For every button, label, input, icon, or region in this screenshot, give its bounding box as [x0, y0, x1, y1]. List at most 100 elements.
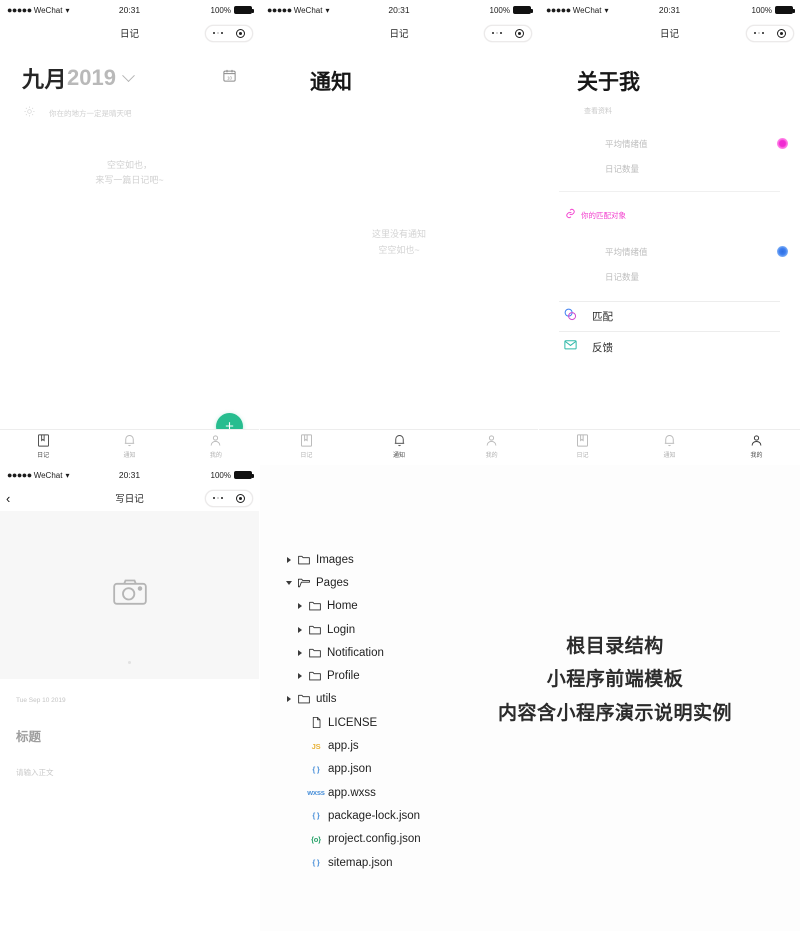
match-tag-label: 你的匹配对象 [581, 210, 626, 220]
status-bar: ●●●●● WeChat ▾ 20:31 100% [0, 0, 259, 20]
book-icon [577, 434, 588, 447]
battery-icon [234, 6, 254, 14]
person-icon [751, 435, 762, 446]
book-icon [37, 434, 49, 447]
tree-folder-row[interactable]: Pages [283, 571, 483, 594]
tree-folder-row[interactable]: Home [283, 595, 483, 618]
target-circle-icon[interactable] [236, 493, 246, 503]
tab-label-notification: 通知 [123, 453, 136, 459]
tab-profile[interactable]: 我的 [713, 433, 800, 459]
page-title: 关于我 [577, 71, 640, 94]
view-profile-link[interactable]: 查看资料 [539, 96, 800, 116]
page-title: 通知 [310, 71, 352, 94]
json-file-icon: { } [312, 764, 320, 774]
tab-notification[interactable]: 通知 [626, 433, 713, 459]
tab-notification[interactable]: 通知 [353, 433, 446, 459]
tab-diary[interactable]: 日记 [539, 433, 626, 459]
chevron-right-icon[interactable] [283, 556, 295, 563]
bell-icon [664, 435, 675, 447]
battery-percent: 100% [489, 5, 510, 15]
back-chevron-icon[interactable]: ‹ [6, 492, 10, 505]
calendar-icon[interactable]: 10 [222, 68, 237, 88]
tree-file-row[interactable]: JS app.js [283, 734, 483, 757]
chevron-down-icon[interactable] [122, 68, 135, 82]
target-circle-icon[interactable] [777, 28, 787, 38]
content-input[interactable]: 请输入正文 [16, 767, 243, 778]
month-selector-row[interactable]: 九月 2019 10 [0, 46, 259, 94]
target-circle-icon[interactable] [236, 28, 246, 38]
title-input[interactable]: 标题 [16, 726, 243, 745]
json-file-icon: { } [312, 811, 320, 821]
chevron-right-icon[interactable] [294, 649, 306, 656]
menu-item-feedback[interactable]: 反馈 [559, 332, 780, 362]
notification-empty-state: 这里没有通知 空空如也~ [260, 226, 538, 258]
wechat-capsule[interactable] [205, 24, 253, 42]
more-dots-icon[interactable] [753, 31, 765, 35]
menu-item-match[interactable]: 匹配 [559, 302, 780, 332]
chevron-right-icon[interactable] [294, 603, 306, 610]
tree-file-row[interactable]: { } package-lock.json [283, 804, 483, 827]
self-stats-block: 平均情绪值 日记数量 [539, 138, 800, 175]
tree-node-label: project.config.json [328, 833, 421, 846]
nav-bar: ‹ 写日记 [0, 485, 259, 511]
more-dots-icon[interactable] [212, 496, 224, 500]
match-stat-diary-count: 日记数量 [605, 272, 640, 282]
person-icon [210, 435, 221, 446]
diary-form: Tue Sep 10 2019 标题 请输入正文 [0, 679, 259, 931]
overlapping-circles-icon [563, 307, 578, 327]
tab-label-diary: 日记 [300, 453, 313, 459]
tree-file-row[interactable]: {o} project.config.json [283, 828, 483, 851]
menu-label-feedback: 反馈 [592, 341, 613, 354]
weather-row: 你在的地方一定是晴天吧 [0, 94, 259, 122]
phone-screen-notification: ●●●●● WeChat ▾ 20:31 100% 日记 通知 这里没有通知 空… [260, 0, 538, 462]
json-file-icon: { } [312, 858, 320, 867]
photo-upload-area[interactable] [0, 511, 259, 679]
nav-bar: 日记 [0, 20, 259, 46]
wifi-icon: ▾ [604, 5, 609, 15]
status-bar: ●●●●● WeChat ▾ 20:31 100% [0, 465, 259, 485]
camera-icon[interactable] [110, 573, 150, 618]
tab-diary[interactable]: 日记 [0, 433, 86, 459]
tab-bar: 日记 通知 我的 [260, 429, 538, 462]
battery-icon [513, 6, 533, 14]
tab-bar: 日记 通知 我的 [0, 429, 259, 462]
battery-icon [234, 471, 254, 479]
avatar-match[interactable] [777, 246, 788, 257]
tree-folder-row[interactable]: Images [283, 548, 483, 571]
tab-diary[interactable]: 日记 [260, 433, 353, 459]
wechat-capsule[interactable] [205, 489, 253, 507]
bell-icon [124, 435, 135, 447]
tree-file-row[interactable]: wxss app.wxss [283, 781, 483, 804]
more-dots-icon[interactable] [212, 31, 224, 35]
carrier-label: WeChat [33, 5, 63, 15]
wechat-capsule[interactable] [484, 24, 532, 42]
chevron-right-icon[interactable] [294, 626, 306, 633]
tree-file-row[interactable]: { } sitemap.json [283, 851, 483, 874]
chevron-right-icon[interactable] [294, 673, 306, 680]
more-dots-icon[interactable] [491, 31, 503, 35]
caption-block: 根目录结构 小程序前端模板 内容含小程序演示说明实例 [440, 630, 790, 730]
avatar-self[interactable] [777, 138, 788, 149]
tab-label-profile: 我的 [750, 453, 763, 459]
chevron-down-icon[interactable] [283, 580, 295, 585]
empty-line-2: 空空如也~ [378, 245, 420, 256]
phone-screen-write-diary: ●●●●● WeChat ▾ 20:31 100% ‹ 写日记 Tue Sep … [0, 465, 259, 931]
tree-node-label: utils [316, 693, 337, 706]
tree-node-label: Login [327, 623, 356, 636]
chevron-right-icon[interactable] [283, 696, 295, 703]
carrier-label: WeChat [293, 5, 323, 15]
folder-icon [295, 553, 313, 567]
tree-file-row[interactable]: { } app.json [283, 758, 483, 781]
folder-open-icon [295, 576, 313, 590]
tab-notification[interactable]: 通知 [86, 433, 172, 459]
tree-node-label: Home [327, 600, 358, 613]
match-stats-block: 平均情绪值 日记数量 [539, 246, 800, 283]
tab-profile[interactable]: 我的 [173, 433, 259, 459]
tab-profile[interactable]: 我的 [445, 433, 538, 459]
wechat-capsule[interactable] [746, 24, 794, 42]
target-circle-icon[interactable] [515, 28, 525, 38]
stat-avg-mood: 平均情绪值 [605, 139, 648, 149]
wxss-file-icon: wxss [307, 788, 325, 798]
js-file-icon: JS [311, 741, 321, 751]
sun-icon [24, 104, 35, 122]
